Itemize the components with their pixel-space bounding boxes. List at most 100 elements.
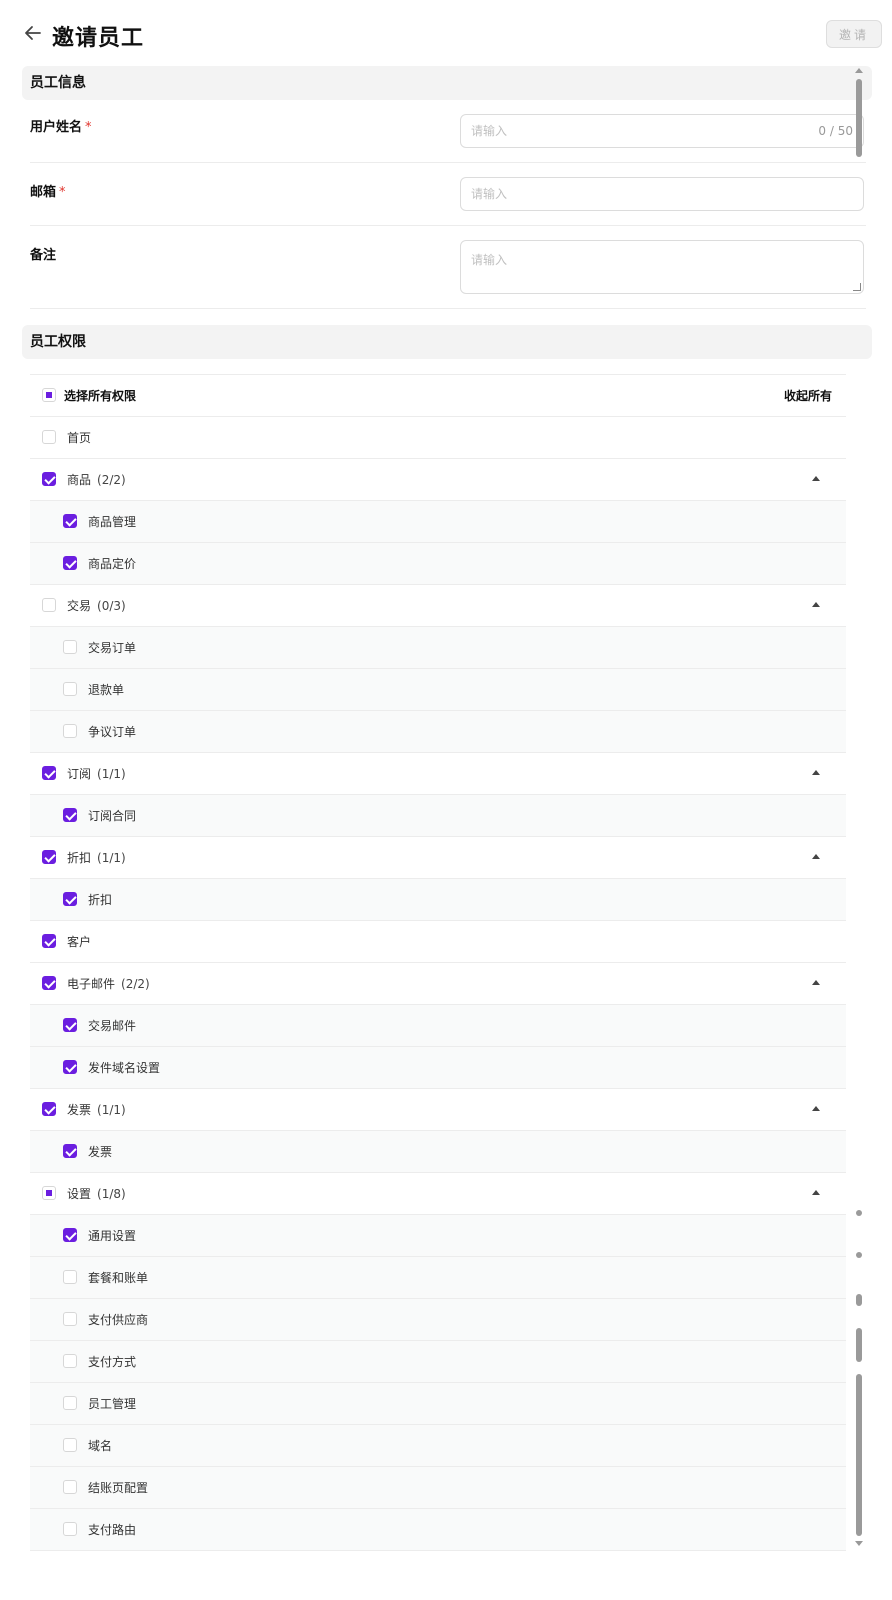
- permission-checkbox[interactable]: [63, 1396, 77, 1410]
- employee-info-header: 员工信息: [22, 66, 872, 100]
- permission-checkbox[interactable]: [63, 724, 77, 738]
- email-label: 邮箱 *: [30, 185, 66, 200]
- permission-label: 通用设置: [88, 1229, 137, 1243]
- scrollbar-segment: [856, 1374, 862, 1536]
- permissions-header: 员工权限: [22, 325, 872, 359]
- permission-child-row: 商品定价: [30, 543, 846, 585]
- permission-count: (0/3): [97, 599, 126, 613]
- permission-checkbox[interactable]: [63, 514, 77, 528]
- permission-checkbox[interactable]: [42, 430, 56, 444]
- permission-checkbox[interactable]: [63, 556, 77, 570]
- char-counter: 0 / 50: [818, 124, 853, 138]
- permission-child-row: 订阅合同: [30, 795, 846, 837]
- scrollbar-segment: [856, 1294, 862, 1306]
- note-row: 备注 请输入: [30, 226, 866, 309]
- username-row: 用户姓名 * 请输入 0 / 50: [30, 100, 866, 163]
- permission-child-row: 通用设置: [30, 1215, 846, 1257]
- permission-checkbox[interactable]: [63, 808, 77, 822]
- permission-checkbox[interactable]: [42, 472, 56, 486]
- permission-child-row: 支付路由: [30, 1509, 846, 1551]
- email-input[interactable]: 请输入: [460, 177, 864, 211]
- scrollbar-segment: [856, 1252, 862, 1258]
- permission-group-row: 首页: [30, 417, 846, 459]
- select-all-row: 选择所有权限 收起所有: [30, 375, 846, 417]
- permission-checkbox[interactable]: [63, 1354, 77, 1368]
- permission-label: 商品 (2/2): [67, 473, 126, 487]
- permission-checkbox[interactable]: [63, 1060, 77, 1074]
- scroll-up-icon[interactable]: [855, 68, 863, 73]
- permission-group-row: 客户: [30, 921, 846, 963]
- permission-label: 发件域名设置: [88, 1061, 161, 1075]
- permissions-table: 选择所有权限 收起所有 首页商品 (2/2) 商品管理商品定价交易 (0/3) 交易订单…: [30, 374, 846, 1551]
- permission-child-row: 交易订单: [30, 627, 846, 669]
- permission-checkbox[interactable]: [42, 850, 56, 864]
- collapse-all-button[interactable]: 收起所有: [784, 387, 832, 404]
- permission-count: (2/2): [97, 473, 126, 487]
- scrollbar-thumb[interactable]: [856, 79, 862, 157]
- permission-checkbox[interactable]: [63, 1018, 77, 1032]
- permission-child-row: 支付方式: [30, 1341, 846, 1383]
- permission-checkbox[interactable]: [63, 892, 77, 906]
- permission-group-row: 发票 (1/1): [30, 1089, 846, 1131]
- scrollbar-segment: [856, 1328, 862, 1362]
- permission-label: 折扣 (1/1): [67, 851, 126, 865]
- permission-checkbox[interactable]: [63, 640, 77, 654]
- permission-checkbox[interactable]: [42, 1102, 56, 1116]
- permission-count: (1/8): [97, 1187, 126, 1201]
- permission-child-row: 发票: [30, 1131, 846, 1173]
- permission-group-row: 商品 (2/2): [30, 459, 846, 501]
- permission-group-row: 设置 (1/8): [30, 1173, 846, 1215]
- permission-checkbox[interactable]: [42, 976, 56, 990]
- permission-checkbox[interactable]: [42, 1186, 56, 1200]
- arrow-left-icon[interactable]: [22, 22, 44, 44]
- permission-child-row: 套餐和账单: [30, 1257, 846, 1299]
- permission-label: 商品管理: [88, 515, 137, 529]
- permission-group-row: 电子邮件 (2/2): [30, 963, 846, 1005]
- permission-child-row: 折扣: [30, 879, 846, 921]
- permission-checkbox[interactable]: [63, 1312, 77, 1326]
- caret-up-icon[interactable]: [812, 602, 820, 607]
- permission-child-row: 员工管理: [30, 1383, 846, 1425]
- permission-checkbox[interactable]: [42, 766, 56, 780]
- permission-checkbox[interactable]: [42, 934, 56, 948]
- permission-checkbox[interactable]: [63, 1522, 77, 1536]
- select-all-checkbox[interactable]: [42, 388, 56, 402]
- scrollbar-segment: [856, 1210, 862, 1216]
- caret-up-icon[interactable]: [812, 476, 820, 481]
- permission-checkbox[interactable]: [63, 1480, 77, 1494]
- caret-up-icon[interactable]: [812, 1106, 820, 1111]
- caret-up-icon[interactable]: [812, 1190, 820, 1195]
- username-input[interactable]: 请输入 0 / 50: [460, 114, 864, 148]
- permission-child-row: 交易邮件: [30, 1005, 846, 1047]
- permission-checkbox[interactable]: [63, 1438, 77, 1452]
- permission-label: 客户: [67, 935, 92, 949]
- permission-label: 争议订单: [88, 725, 137, 739]
- permission-group-row: 交易 (0/3): [30, 585, 846, 627]
- permission-checkbox[interactable]: [63, 1144, 77, 1158]
- permission-label: 套餐和账单: [88, 1271, 149, 1285]
- permission-label: 交易邮件: [88, 1019, 137, 1033]
- scroll-down-icon[interactable]: [855, 1541, 863, 1546]
- permission-label: 电子邮件 (2/2): [67, 977, 150, 991]
- permission-count: (1/1): [97, 851, 126, 865]
- note-textarea[interactable]: 请输入: [460, 240, 864, 294]
- caret-up-icon[interactable]: [812, 980, 820, 985]
- permission-label: 订阅 (1/1): [67, 767, 126, 781]
- permission-checkbox[interactable]: [42, 598, 56, 612]
- permission-checkbox[interactable]: [63, 1228, 77, 1242]
- permission-label: 交易订单: [88, 641, 137, 655]
- caret-up-icon[interactable]: [812, 854, 820, 859]
- permission-child-row: 商品管理: [30, 501, 846, 543]
- permission-label: 结账页配置: [88, 1481, 149, 1495]
- required-mark: *: [85, 120, 92, 135]
- email-row: 邮箱 * 请输入: [30, 163, 866, 226]
- page-header: 邀请员工 邀请: [0, 0, 892, 66]
- permission-label: 退款单: [88, 683, 125, 697]
- permission-label: 发票: [88, 1145, 113, 1159]
- permission-checkbox[interactable]: [63, 682, 77, 696]
- permission-label: 商品定价: [88, 557, 137, 571]
- invite-button[interactable]: 邀请: [826, 20, 882, 48]
- permission-label: 域名: [88, 1439, 113, 1453]
- permission-checkbox[interactable]: [63, 1270, 77, 1284]
- caret-up-icon[interactable]: [812, 770, 820, 775]
